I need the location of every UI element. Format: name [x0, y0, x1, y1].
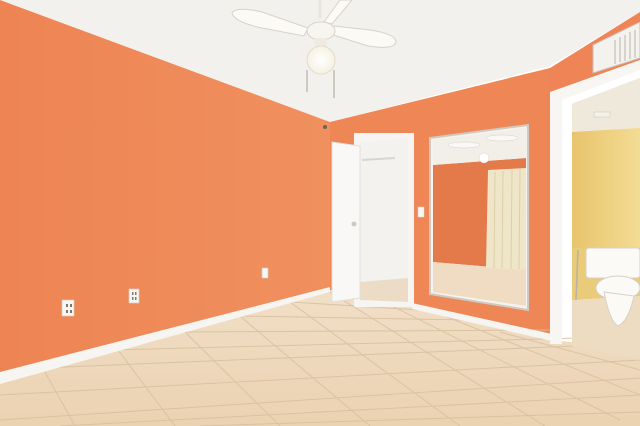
closet-interior [360, 138, 408, 300]
bath-vent [593, 111, 611, 118]
door-knob [351, 221, 357, 227]
room-photo [0, 0, 640, 426]
closet-floor [360, 278, 408, 302]
light-switch [417, 206, 425, 218]
ceiling-sensor [323, 125, 327, 129]
closet-door [331, 141, 361, 303]
